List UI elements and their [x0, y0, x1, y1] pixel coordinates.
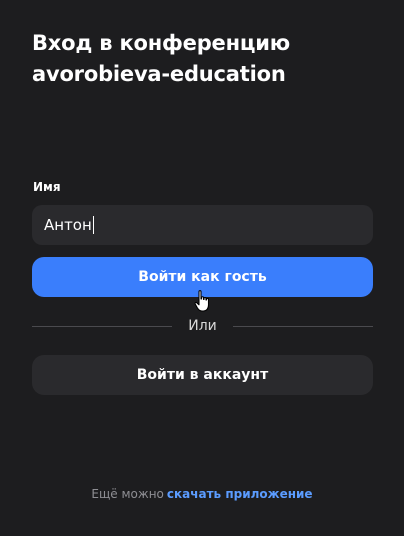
divider-line-right — [232, 325, 373, 327]
sign-in-account-button[interactable]: Войти в аккаунт — [32, 355, 373, 395]
divider-line-left — [32, 325, 173, 327]
name-input[interactable]: Антон — [32, 205, 373, 245]
join-conference-page: Вход в конференцию avorobieva-education … — [0, 0, 404, 536]
text-caret — [92, 216, 94, 234]
divider-label: Или — [188, 318, 217, 334]
download-app-link[interactable]: скачать приложение — [167, 487, 313, 501]
conference-name: avorobieva-education — [32, 62, 286, 86]
hand-pointer-icon — [194, 290, 210, 312]
title-heading: Вход в конференцию — [32, 31, 290, 55]
name-label: Имя — [33, 180, 61, 194]
footer-download: Ещё можно скачать приложение — [0, 487, 404, 501]
or-divider: Или — [32, 315, 373, 337]
name-input-value: Антон — [44, 216, 92, 234]
page-title: Вход в конференцию avorobieva-education — [32, 28, 382, 90]
footer-text: Ещё можно — [91, 487, 164, 501]
